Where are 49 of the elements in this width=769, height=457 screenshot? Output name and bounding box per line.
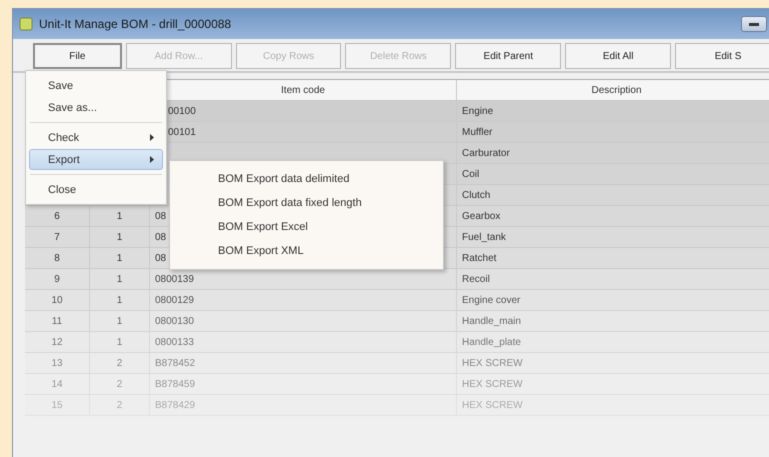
table-cell: B878452	[150, 353, 457, 374]
table-cell: 6	[25, 206, 90, 227]
table-cell: Fuel_tank	[457, 227, 769, 248]
table-cell: 2	[90, 374, 150, 395]
table-cell: 0800130	[150, 311, 457, 332]
table-cell: Carburator	[457, 143, 769, 164]
table-cell: 0800133	[150, 332, 457, 353]
table-cell: Handle_plate	[457, 332, 769, 353]
menu-item[interactable]: BOM Export data delimited	[173, 168, 440, 190]
window-title: Unit-It Manage BOM - drill_0000088	[39, 17, 232, 31]
table-cell: 2	[90, 353, 150, 374]
table-cell: 1	[90, 290, 150, 311]
toolbar-button[interactable]: File	[33, 43, 122, 69]
table-cell: 1	[90, 269, 150, 290]
table-cell: Ratchet	[457, 248, 769, 269]
table-cell: B878459	[150, 374, 457, 395]
minimize-button[interactable]	[741, 16, 767, 32]
table-cell: HEX SCREW	[457, 353, 769, 374]
table-cell: Engine cover	[457, 290, 769, 311]
table-cell: Coil	[457, 164, 769, 185]
table-cell: 12	[25, 332, 90, 353]
menu-item[interactable]: Export	[29, 149, 163, 170]
table-cell: Clutch	[457, 185, 769, 206]
table-cell: 2	[90, 395, 150, 416]
app-icon	[19, 17, 33, 31]
table-cell: 1	[90, 227, 150, 248]
table-cell: B878429	[150, 395, 457, 416]
table-cell: 1	[90, 248, 150, 269]
table-cell: Gearbox	[457, 206, 769, 227]
toolbar-button[interactable]: Edit All	[565, 43, 672, 69]
table-cell: 1	[90, 332, 150, 353]
table-cell: 15	[25, 395, 90, 416]
table-cell: HEX SCREW	[457, 374, 769, 395]
table-cell: 7	[25, 227, 90, 248]
table-cell: 11	[25, 311, 90, 332]
table-cell: 1	[90, 206, 150, 227]
table-cell: 13	[25, 353, 90, 374]
table-cell: Handle_main	[457, 311, 769, 332]
table-cell: HEX SCREW	[457, 395, 769, 416]
table-cell: Recoil	[457, 269, 769, 290]
toolbar-button[interactable]: Edit S	[675, 43, 769, 69]
table-cell: 8	[25, 248, 90, 269]
table-cell: 1	[90, 311, 150, 332]
table-cell: 0800129	[150, 290, 457, 311]
menu-item[interactable]: Close	[29, 179, 163, 200]
table-cell: 10	[25, 290, 90, 311]
table-cell: 9	[25, 269, 90, 290]
toolbar-button[interactable]: Edit Parent	[455, 43, 562, 69]
table-cell: 14	[25, 374, 90, 395]
